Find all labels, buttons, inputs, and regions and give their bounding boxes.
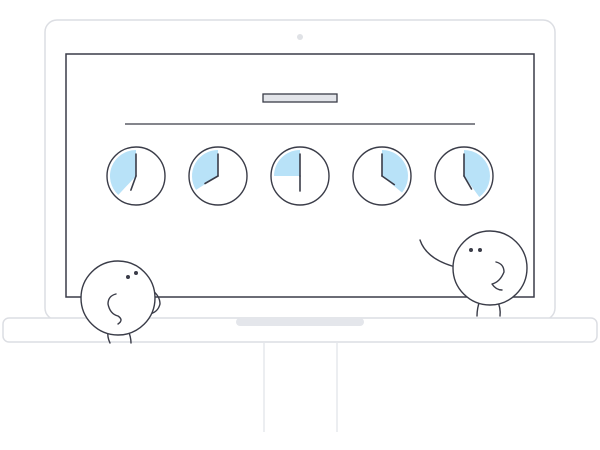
clock-icon (352, 146, 412, 206)
stand (263, 343, 338, 432)
right-character-eye (469, 248, 473, 252)
clock-icon (434, 146, 494, 206)
right-character-eye (478, 248, 482, 252)
webcam-icon (297, 34, 303, 40)
illustration-scene (2, 19, 598, 432)
title-placeholder-bar (262, 93, 338, 103)
trackpad-notch (236, 318, 364, 326)
left-character-eye (126, 275, 130, 279)
clock-icon (188, 146, 248, 206)
clock-icon (270, 146, 330, 206)
left-character-eye (134, 271, 138, 275)
clock-icon (106, 146, 166, 206)
